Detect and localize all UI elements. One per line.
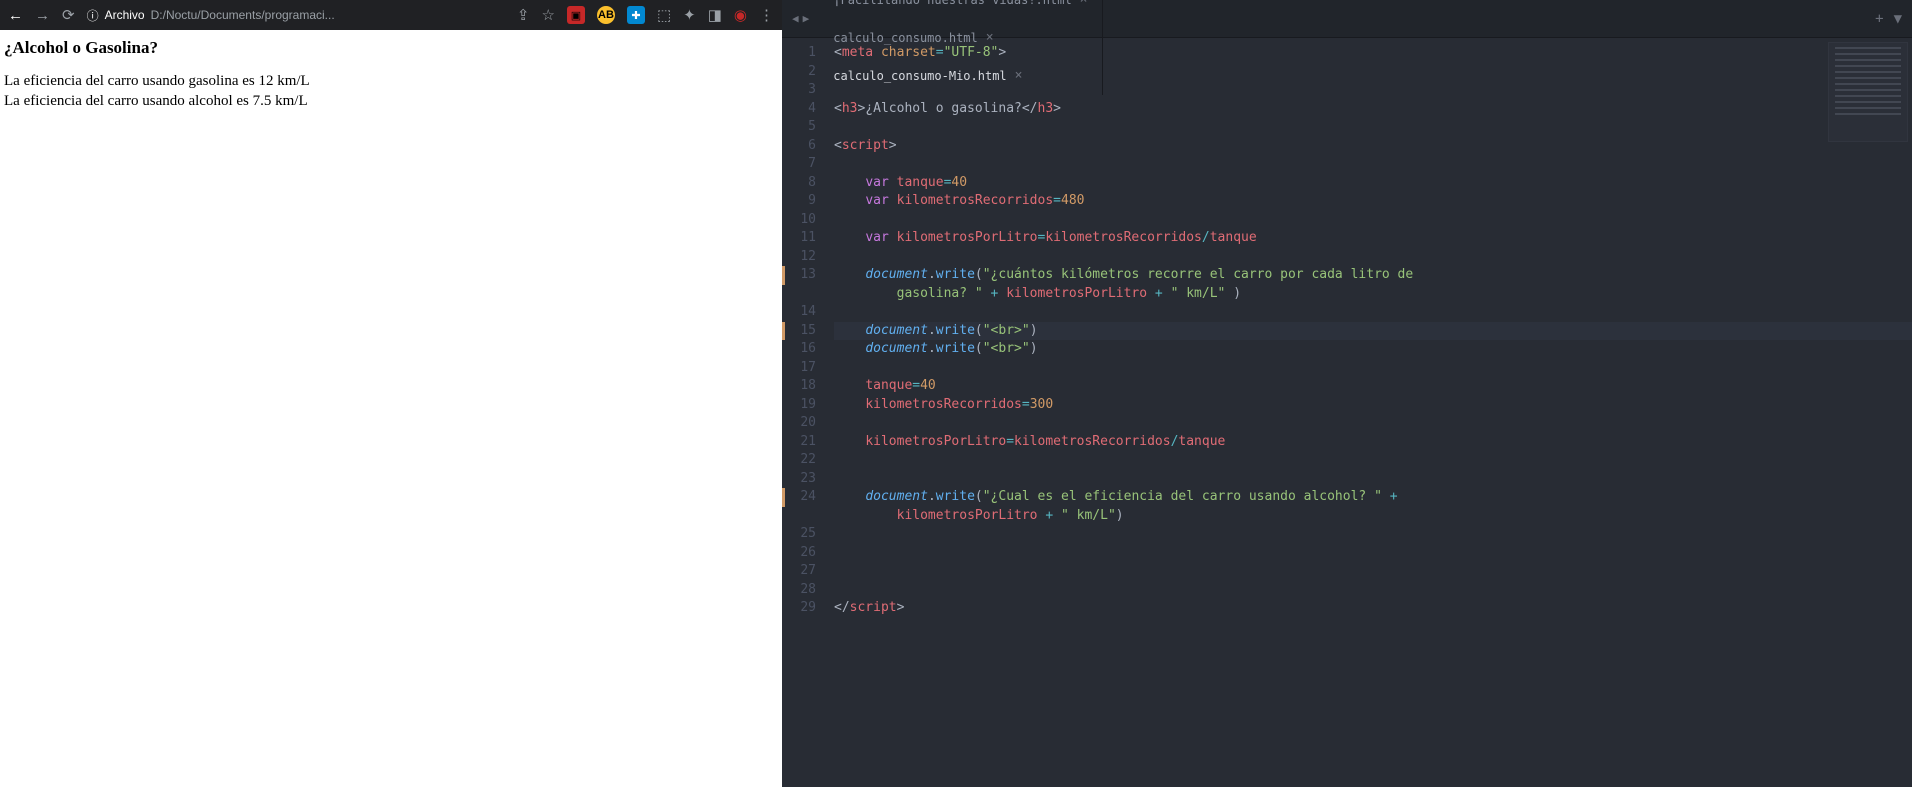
extension-icon-3[interactable]: ✚ <box>627 6 645 24</box>
code-line[interactable]: gasolina? " + kilometrosPorLitro + " km/… <box>834 285 1912 304</box>
code-line[interactable]: <script> <box>834 137 1912 156</box>
code-line[interactable] <box>834 248 1912 267</box>
back-icon[interactable]: ← <box>8 7 23 24</box>
editor-pane: ◀ ▶ programa.html¡Facilitando nuestras v… <box>782 0 1912 787</box>
browser-pane: ← → ⟳ ⓘ Archivo D:/Noctu/Documents/progr… <box>0 0 782 787</box>
gutter-line: 23 <box>782 470 816 489</box>
reload-icon[interactable]: ⟳ <box>62 6 75 24</box>
code-line[interactable]: var kilometrosRecorridos=480 <box>834 192 1912 211</box>
gutter-line: 15 <box>782 322 816 341</box>
gutter-line: 12 <box>782 248 816 267</box>
line-gutter: 1234567891011121314151617181920212223242… <box>782 38 826 787</box>
gutter-line: 6 <box>782 137 816 156</box>
code-line[interactable]: tanque=40 <box>834 377 1912 396</box>
forward-icon[interactable]: → <box>35 7 50 24</box>
minimap[interactable] <box>1828 42 1908 142</box>
bookmark-icon[interactable]: ☆ <box>542 6 555 24</box>
code-line[interactable] <box>834 562 1912 581</box>
code-line[interactable] <box>834 451 1912 470</box>
code-line[interactable] <box>834 525 1912 544</box>
gutter-line: 9 <box>782 192 816 211</box>
gutter-line: 26 <box>782 544 816 563</box>
gutter-line: 27 <box>782 562 816 581</box>
page-heading: ¿Alcohol o Gasolina? <box>4 38 778 58</box>
code-line[interactable] <box>834 470 1912 489</box>
code-line[interactable]: kilometrosPorLitro=kilometrosRecorridos/… <box>834 433 1912 452</box>
tab-dropdown-icon[interactable]: ▼ <box>1894 11 1902 27</box>
tab-label: ¡Facilitando nuestras vidas!.html <box>833 0 1071 7</box>
code-line[interactable]: document.write("¿cuántos kilómetros reco… <box>834 266 1912 285</box>
gutter-line: 16 <box>782 340 816 359</box>
code-line[interactable] <box>834 155 1912 174</box>
gutter-line: 22 <box>782 451 816 470</box>
gutter-line <box>782 285 816 304</box>
code-line[interactable]: document.write("¿Cual es el eficiencia d… <box>834 488 1912 507</box>
address-bar[interactable]: ⓘ Archivo D:/Noctu/Documents/programaci.… <box>87 7 505 24</box>
pane-nav[interactable]: ◀ ▶ <box>782 12 819 25</box>
code-line[interactable]: document.write("<br>") <box>834 340 1912 359</box>
site-info-icon[interactable]: ⓘ <box>87 7 99 24</box>
output-line-2: La eficiencia del carro usando alcohol e… <box>4 92 778 112</box>
gutter-line: 11 <box>782 229 816 248</box>
gutter-line: 8 <box>782 174 816 193</box>
gutter-line: 4 <box>782 100 816 119</box>
gutter-line: 3 <box>782 81 816 100</box>
menu-dots-icon[interactable]: ⋮ <box>759 6 774 24</box>
code-line[interactable] <box>834 544 1912 563</box>
gutter-line: 28 <box>782 581 816 600</box>
gutter-line: 7 <box>782 155 816 174</box>
gutter-line: 10 <box>782 211 816 230</box>
code-line[interactable]: kilometrosPorLitro + " km/L") <box>834 507 1912 526</box>
gutter-line: 25 <box>782 525 816 544</box>
extension-icon-1[interactable]: ▣ <box>567 6 585 24</box>
url-scheme: Archivo <box>105 8 145 22</box>
extensions-puzzle-icon[interactable]: ✦ <box>683 6 696 24</box>
code-line[interactable]: <h3>¿Alcohol o gasolina?</h3> <box>834 100 1912 119</box>
code-line[interactable] <box>834 303 1912 322</box>
gutter-line: 17 <box>782 359 816 378</box>
code-line[interactable]: <meta charset="UTF-8"> <box>834 44 1912 63</box>
gutter-line: 18 <box>782 377 816 396</box>
pane-prev-icon[interactable]: ◀ <box>792 12 799 25</box>
gutter-line: 13 <box>782 266 816 285</box>
gutter-line: 24 <box>782 488 816 507</box>
tab-close-icon[interactable]: × <box>1080 0 1088 7</box>
code-line[interactable] <box>834 414 1912 433</box>
code-line[interactable] <box>834 81 1912 100</box>
code-line[interactable]: document.write("<br>") <box>834 322 1912 341</box>
code-line[interactable] <box>834 118 1912 137</box>
sidepanel-icon[interactable]: ◨ <box>708 6 722 24</box>
editor-tabbar: ◀ ▶ programa.html¡Facilitando nuestras v… <box>782 0 1912 38</box>
url-path: D:/Noctu/Documents/programaci... <box>151 8 335 22</box>
browser-viewport: ¿Alcohol o Gasolina? La eficiencia del c… <box>0 30 782 119</box>
gutter-line: 2 <box>782 63 816 82</box>
code-line[interactable]: </script> <box>834 599 1912 618</box>
code-content[interactable]: <meta charset="UTF-8"> <h3>¿Alcohol o gas… <box>826 38 1912 787</box>
code-line[interactable]: var kilometrosPorLitro=kilometrosRecorri… <box>834 229 1912 248</box>
code-line[interactable] <box>834 359 1912 378</box>
code-line[interactable]: kilometrosRecorridos=300 <box>834 396 1912 415</box>
code-area[interactable]: 1234567891011121314151617181920212223242… <box>782 38 1912 787</box>
editor-tab[interactable]: ¡Facilitando nuestras vidas!.html × <box>819 0 1102 19</box>
gutter-line: 19 <box>782 396 816 415</box>
code-line[interactable]: var tanque=40 <box>834 174 1912 193</box>
code-line[interactable] <box>834 581 1912 600</box>
gutter-line: 14 <box>782 303 816 322</box>
output-line-1: La eficiencia del carro usando gasolina … <box>4 72 778 92</box>
code-line[interactable] <box>834 211 1912 230</box>
new-tab-icon[interactable]: + <box>1875 11 1883 27</box>
browser-toolbar: ← → ⟳ ⓘ Archivo D:/Noctu/Documents/progr… <box>0 0 782 30</box>
share-icon[interactable]: ⇪ <box>517 6 530 24</box>
pane-next-icon[interactable]: ▶ <box>803 12 810 25</box>
extension-icon-4[interactable]: ⬚ <box>657 6 671 24</box>
code-line[interactable] <box>834 63 1912 82</box>
gutter-line: 21 <box>782 433 816 452</box>
gutter-line: 20 <box>782 414 816 433</box>
gutter-line: 1 <box>782 44 816 63</box>
extension-icon-2[interactable]: AB <box>597 6 615 24</box>
gutter-line: 5 <box>782 118 816 137</box>
gutter-line: 29 <box>782 599 816 618</box>
gutter-line <box>782 507 816 526</box>
profile-icon[interactable]: ◉ <box>734 6 747 24</box>
